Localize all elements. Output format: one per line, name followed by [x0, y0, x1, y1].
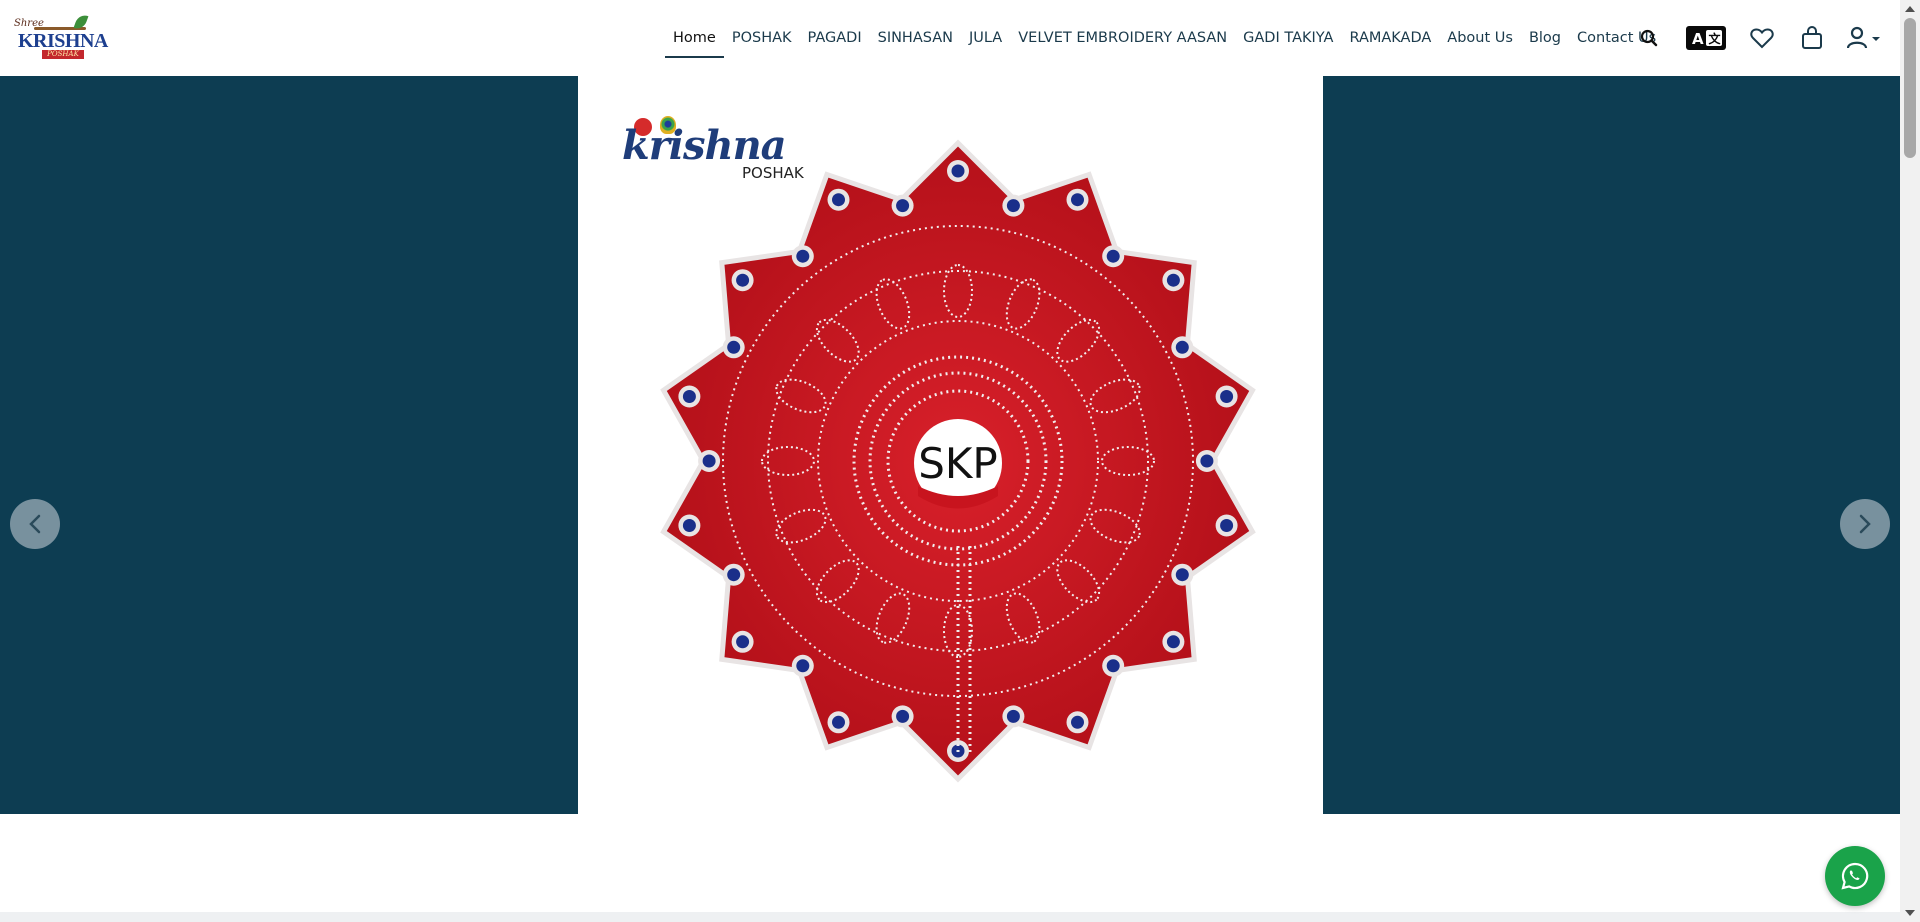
nav-poshak[interactable]: POSHAK: [724, 0, 800, 76]
translate-icon[interactable]: A文: [1685, 24, 1727, 52]
nav-jula[interactable]: JULA: [961, 0, 1010, 76]
nav-home[interactable]: Home: [665, 0, 724, 76]
whatsapp-chat-button[interactable]: [1825, 846, 1885, 906]
nav-sinhasan[interactable]: SINHASAN: [870, 0, 961, 76]
whatsapp-icon: [1841, 862, 1869, 890]
scroll-down-arrow[interactable]: [1905, 910, 1915, 916]
logo-shree-text: Shree: [14, 18, 44, 29]
nav-blog[interactable]: Blog: [1521, 0, 1569, 76]
nav-pagadi[interactable]: PAGADI: [800, 0, 870, 76]
nav-about-us[interactable]: About Us: [1439, 0, 1521, 76]
chevron-left-icon: [29, 514, 41, 534]
wishlist-heart-icon[interactable]: [1748, 24, 1776, 52]
vertical-scrollbar[interactable]: [1900, 0, 1920, 922]
carousel-prev-button[interactable]: [10, 499, 60, 549]
shopping-bag-icon[interactable]: [1798, 24, 1826, 52]
hero-slide-image[interactable]: krishna POSHAK SKP: [578, 76, 1323, 814]
nav-ramakada[interactable]: RAMAKADA: [1341, 0, 1439, 76]
user-account-icon[interactable]: [1847, 24, 1881, 52]
site-header: Shree KRISHNA POSHAK Home POSHAK PAGADI …: [0, 0, 1900, 76]
scrollbar-thumb[interactable]: [1904, 18, 1916, 158]
search-icon[interactable]: [1635, 24, 1663, 52]
nav-velvet-embroidery-aasan[interactable]: VELVET EMBROIDERY AASAN: [1010, 0, 1235, 76]
skp-center-label: SKP: [918, 439, 998, 488]
mandala-poshak-graphic: SKP: [660, 139, 1256, 783]
logo-poshak-text: POSHAK: [42, 50, 84, 59]
next-section-edge: [0, 912, 1900, 922]
hero-carousel: krishna POSHAK SKP: [0, 76, 1900, 814]
chevron-right-icon: [1859, 514, 1871, 534]
main-nav: Home POSHAK PAGADI SINHASAN JULA VELVET …: [665, 0, 1664, 76]
scroll-up-arrow[interactable]: [1905, 6, 1915, 12]
carousel-next-button[interactable]: [1840, 499, 1890, 549]
svg-text:A: A: [1692, 30, 1704, 48]
svg-text:文: 文: [1709, 31, 1722, 46]
site-logo[interactable]: Shree KRISHNA POSHAK: [12, 12, 108, 62]
nav-gadi-takiya[interactable]: GADI TAKIYA: [1235, 0, 1341, 76]
